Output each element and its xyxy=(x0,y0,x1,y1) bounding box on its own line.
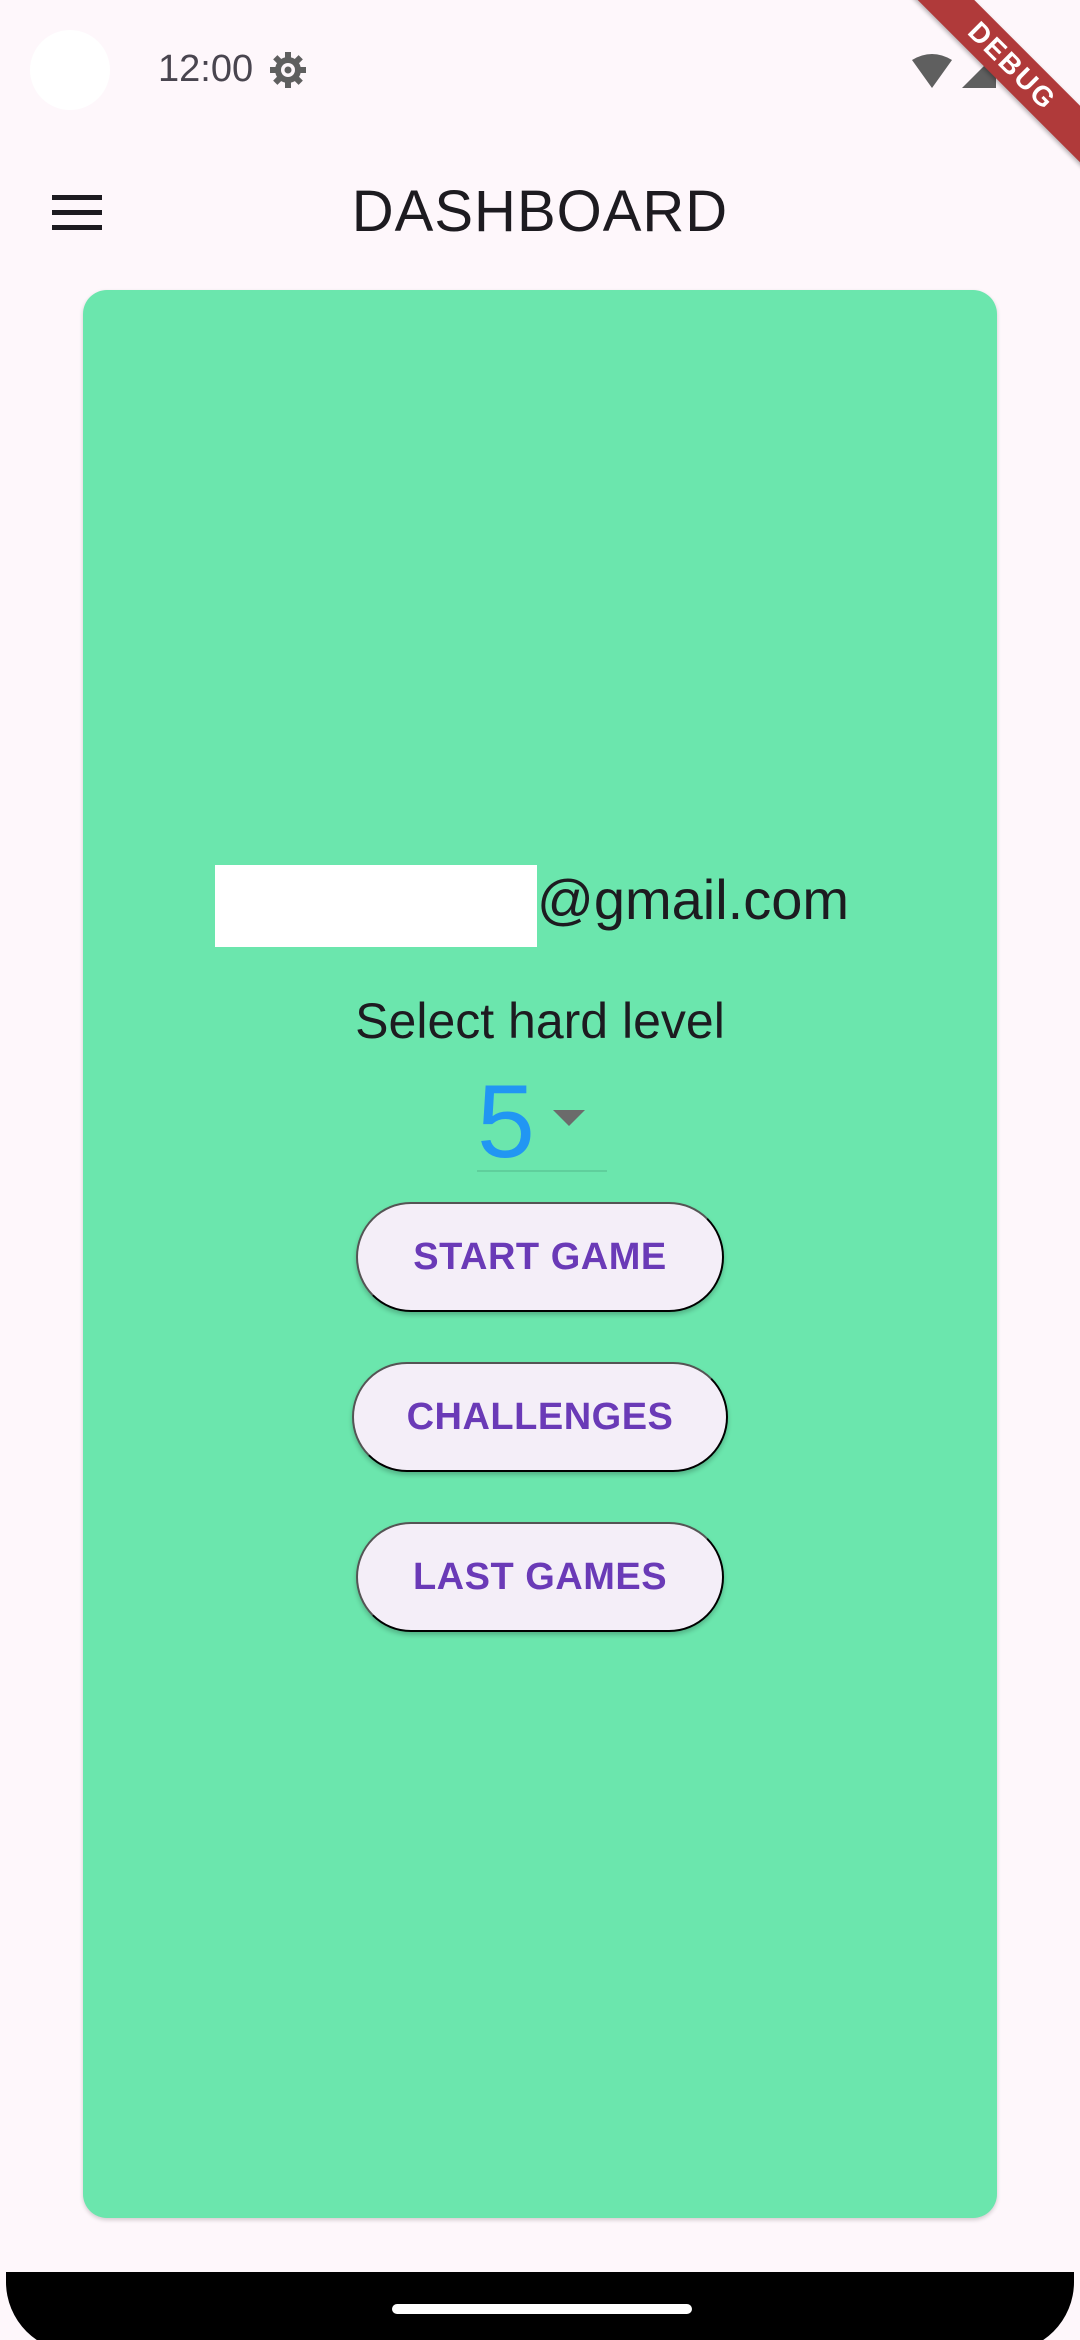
dropdown-arrow-icon xyxy=(553,1110,585,1126)
level-dropdown[interactable]: 5 xyxy=(477,1064,607,1180)
user-email: @gmail.com xyxy=(83,865,997,947)
dashboard-card: @gmail.com Select hard level 5 START GAM… xyxy=(83,290,997,2218)
level-label: Select hard level xyxy=(355,993,725,1049)
gear-icon xyxy=(268,50,308,90)
last-games-button[interactable]: LAST GAMES xyxy=(356,1522,724,1632)
navigation-bar xyxy=(6,2272,1074,2340)
dashboard-screen: 12:00 DEBUG DASHBOARD @gmail.com Select … xyxy=(0,0,1080,2340)
level-value: 5 xyxy=(477,1064,535,1180)
status-bar: 12:00 xyxy=(0,0,1080,140)
page-title: DASHBOARD xyxy=(351,179,729,244)
email-redaction xyxy=(215,865,537,947)
challenges-button[interactable]: CHALLENGES xyxy=(352,1362,728,1472)
wifi-icon xyxy=(912,54,952,88)
email-domain: @gmail.com xyxy=(537,868,850,931)
app-bar: DASHBOARD xyxy=(0,150,1080,270)
status-time: 12:00 xyxy=(158,48,254,90)
camera-cutout xyxy=(30,30,110,110)
home-indicator[interactable] xyxy=(392,2304,692,2314)
start-game-button[interactable]: START GAME xyxy=(356,1202,724,1312)
